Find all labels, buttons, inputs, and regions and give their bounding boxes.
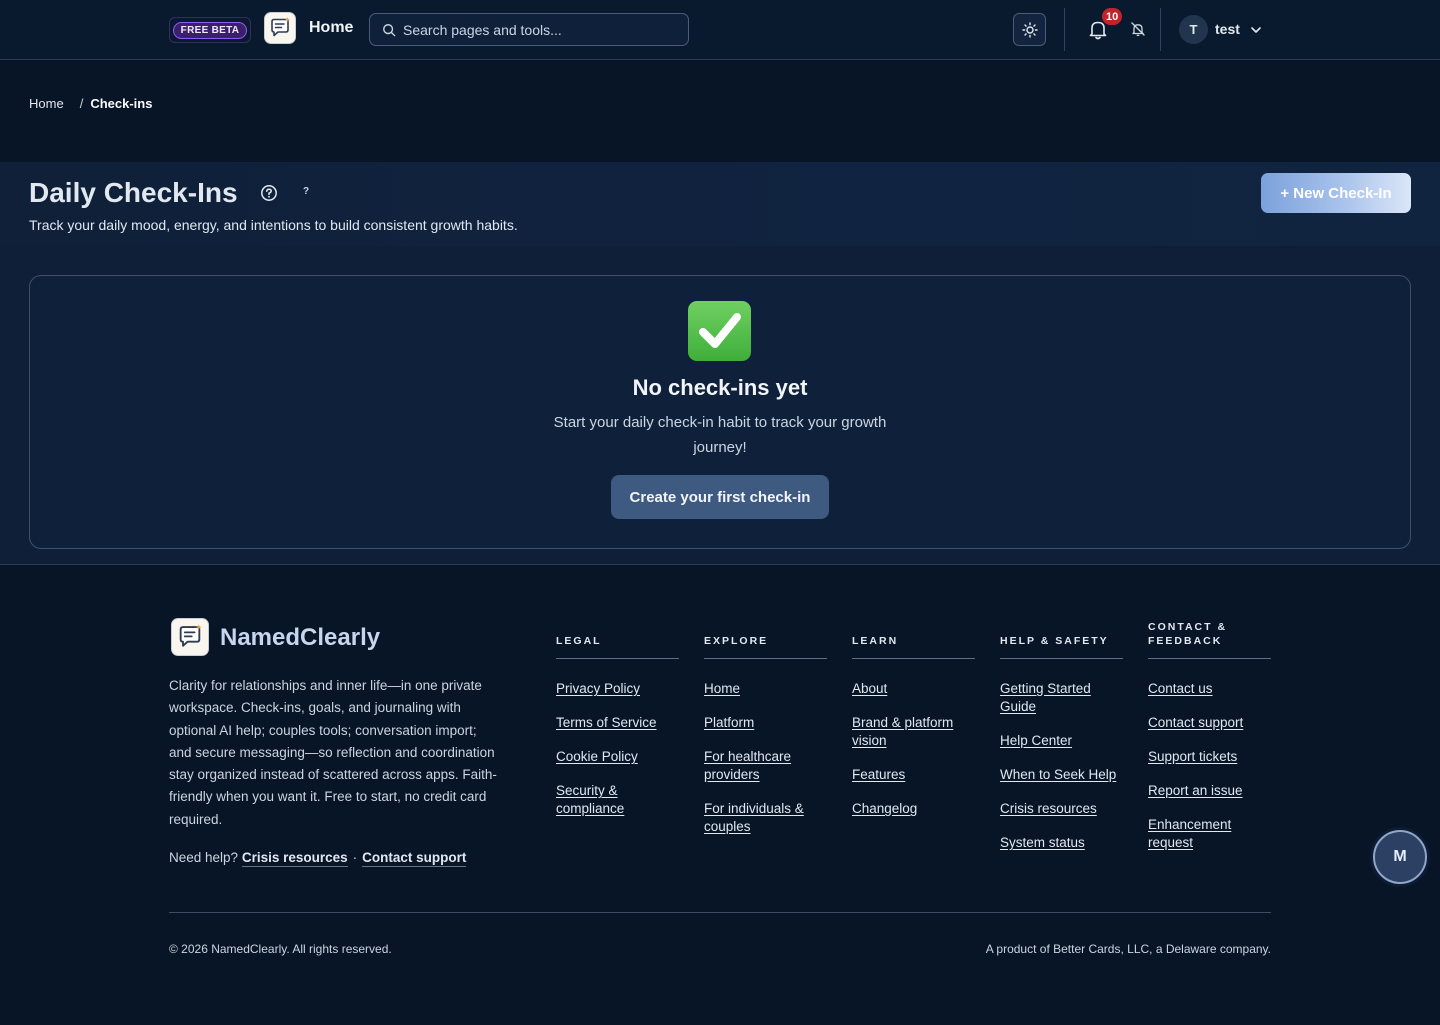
bell-off-icon[interactable] (1130, 21, 1146, 37)
beta-badge: FREE BETA (169, 17, 251, 43)
copyright: © 2026 NamedClearly. All rights reserved… (169, 942, 392, 956)
footer-link-platform[interactable]: Platform (704, 714, 754, 732)
search-input[interactable] (403, 21, 683, 38)
footer-link-individuals-couples[interactable]: For individuals & couples (704, 800, 827, 836)
theme-toggle-button[interactable] (1013, 13, 1046, 46)
footer-link-getting-started[interactable]: Getting Started Guide (1000, 680, 1123, 716)
chat-bubble-logo-icon (271, 17, 290, 37)
need-help-label: Need help? (169, 850, 239, 865)
footer-column-heading: CONTACT & FEEDBACK (1148, 620, 1271, 659)
user-menu-name[interactable]: test (1215, 21, 1240, 37)
footer-column-contact-feedback: CONTACT & FEEDBACK Contact us Contact su… (1148, 620, 1271, 868)
user-avatar[interactable]: T (1179, 15, 1208, 44)
footer-link-system-status[interactable]: System status (1000, 834, 1085, 852)
breadcrumb-separator: / (79, 96, 84, 111)
page-title: Daily Check-Ins (29, 177, 238, 208)
footer-link-brand-vision[interactable]: Brand & platform vision (852, 714, 975, 750)
footer-link-support-tickets[interactable]: Support tickets (1148, 748, 1237, 766)
page-subtitle: Track your daily mood, energy, and inten… (29, 217, 518, 233)
empty-state-title: No check-ins yet (632, 375, 808, 400)
footer-link-when-to-seek-help[interactable]: When to Seek Help (1000, 766, 1116, 784)
header-divider (1160, 8, 1161, 51)
footer-link-help-center[interactable]: Help Center (1000, 732, 1072, 750)
breadcrumb: Home / Check-ins (29, 96, 152, 111)
footer-link-contact-support[interactable]: Contact support (1148, 714, 1243, 732)
search-box[interactable] (369, 13, 689, 46)
create-first-check-in-button[interactable]: Create your first check-in (611, 475, 829, 519)
footer-crisis-resources-link[interactable]: Crisis resources (241, 850, 348, 867)
app-logo[interactable] (264, 12, 296, 44)
footer-link-enhancement-request[interactable]: Enhancement request (1148, 816, 1271, 852)
check-mark-icon (688, 301, 751, 361)
footer-link-report-issue[interactable]: Report an issue (1148, 782, 1243, 800)
footer-link-security-compliance[interactable]: Security & compliance (556, 782, 679, 818)
breadcrumb-current: Check-ins (90, 96, 153, 111)
footer-column-help-safety: HELP & SAFETY Getting Started Guide Help… (1000, 620, 1123, 868)
footer-column-heading: LEARN (852, 620, 975, 659)
chat-bubble-logo-icon (179, 624, 202, 647)
footer-link-privacy-policy[interactable]: Privacy Policy (556, 680, 640, 698)
notification-count-badge: 10 (1102, 8, 1123, 25)
footer-brand-name: NamedClearly (220, 624, 381, 651)
footer-description: Clarity for relationships and inner life… (169, 678, 497, 827)
footer-contact-support-link[interactable]: Contact support (362, 850, 467, 867)
footer-need-help: Need help? Crisis resources · Contact supp… (169, 850, 467, 867)
new-check-in-button[interactable]: + New Check-In (1261, 173, 1411, 213)
chat-launcher-button[interactable]: M (1373, 830, 1427, 884)
footer-column-heading: EXPLORE (704, 620, 827, 659)
footer-column-heading: LEGAL (556, 620, 679, 659)
chevron-down-icon[interactable] (1250, 24, 1262, 36)
footer-link-features[interactable]: Features (852, 766, 905, 784)
empty-state-description: Start your daily check-in habit to track… (553, 414, 887, 456)
footer-link-crisis-resources[interactable]: Crisis resources (1000, 800, 1097, 818)
separator-dot: · (352, 850, 358, 865)
breadcrumb-home[interactable]: Home (29, 96, 64, 111)
company-note: A product of Better Cards, LLC, a Delawa… (985, 942, 1271, 956)
top-bar: FREE BETA Home 10 (0, 0, 1440, 60)
footer-column-explore: EXPLORE Home Platform For healthcare pro… (704, 620, 827, 852)
header-title[interactable]: Home (309, 19, 353, 37)
footer-link-terms-of-service[interactable]: Terms of Service (556, 714, 657, 732)
footer-link-cookie-policy[interactable]: Cookie Policy (556, 748, 638, 766)
footer-column-legal: LEGAL Privacy Policy Terms of Service Co… (556, 620, 679, 834)
footer-link-about[interactable]: About (852, 680, 887, 698)
help-hint[interactable]: ? (303, 186, 309, 197)
header-divider (1064, 8, 1065, 51)
search-icon (383, 23, 396, 36)
footer-link-contact-us[interactable]: Contact us (1148, 680, 1213, 698)
help-circle-icon[interactable] (260, 184, 278, 202)
footer-column-learn: LEARN About Brand & platform vision Feat… (852, 620, 975, 834)
footer-divider (169, 912, 1271, 913)
footer-link-healthcare-providers[interactable]: For healthcare providers (704, 748, 827, 784)
footer-link-home[interactable]: Home (704, 680, 740, 698)
sun-icon (1021, 21, 1038, 38)
footer-column-heading: HELP & SAFETY (1000, 620, 1123, 659)
beta-badge-label: FREE BETA (172, 21, 248, 39)
footer-link-changelog[interactable]: Changelog (852, 800, 917, 818)
footer-logo[interactable] (171, 618, 209, 656)
